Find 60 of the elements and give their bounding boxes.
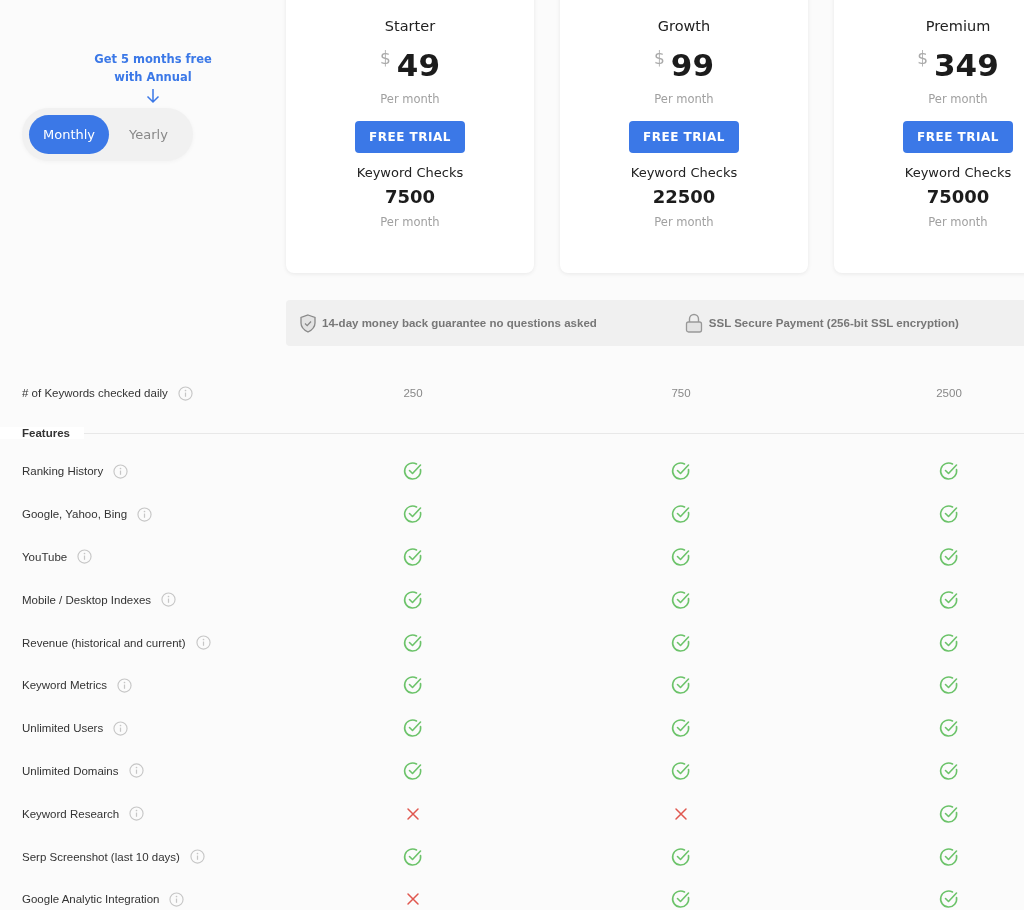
feature-label: Unlimited Users [22,722,104,735]
table-cell: 250 [403,387,423,399]
feature-label: Revenue (historical and current) [22,636,186,649]
feature-label: Google, Yahoo, Bing [22,508,128,521]
feature-label: YouTube [22,551,68,563]
plan-name: Growth [657,18,711,34]
checks-count: 22500 [652,186,716,207]
info-icon[interactable] [189,849,205,865]
table-cell: 2500 [936,387,962,399]
checks-label: Keyword Checks [904,165,1012,180]
section-heading: Features [0,427,84,439]
checks-label: Keyword Checks [630,165,738,180]
info-icon[interactable] [137,506,153,522]
row-label: # of Keywords checked daily [22,387,168,399]
plan-price: 99 [670,46,714,84]
shield-icon [300,313,316,333]
info-icon[interactable] [177,385,193,401]
checks-period: Per month [928,215,988,229]
guarantee-text: SSL Secure Payment (256-bit SSL encryption) [708,317,959,329]
promo-text: Get 5 months free with Annual [93,51,213,86]
free-trial-button[interactable]: FREE TRIAL [355,121,465,153]
free-trial-button[interactable]: FREE TRIAL [903,121,1013,153]
feature-label: Keyword Metrics [22,679,107,692]
feature-label: Mobile / Desktop Indexes [22,593,152,606]
price-period: Per month [654,92,714,106]
feature-label: Serp Screenshot (last 10 days) [22,850,180,863]
plan-name: Premium [925,18,991,34]
info-icon[interactable] [129,806,145,822]
info-icon[interactable] [169,891,185,907]
lock-icon [684,313,703,333]
price-period: Per month [928,92,988,106]
checks-count: 75000 [926,186,990,207]
feature-label: Google Analytic Integration [22,893,160,906]
currency-sign: $ [654,48,665,68]
currency-sign: $ [380,48,391,68]
currency-sign: $ [917,48,929,68]
guarantee-text: 14-day money back guarantee no questions asked [322,317,597,329]
info-icon[interactable] [195,635,211,651]
info-icon[interactable] [117,677,132,693]
plan-name: Starter [384,18,436,34]
checks-count: 7500 [384,186,436,207]
feature-label: Unlimited Domains [22,764,119,777]
checks-label: Keyword Checks [356,165,464,180]
info-icon[interactable] [161,592,177,608]
plan-price: 49 [396,46,440,84]
plan-price: 349 [934,46,999,84]
info-icon[interactable] [113,463,129,479]
billing-option[interactable]: Monthly [29,115,110,154]
feature-label: Keyword Research [22,807,120,820]
price-period: Per month [380,92,440,106]
info-icon[interactable] [77,549,93,565]
checks-period: Per month [380,215,440,229]
arrow-down-icon [146,88,160,104]
free-trial-button[interactable]: FREE TRIAL [629,121,739,153]
info-icon[interactable] [128,763,144,779]
checks-period: Per month [654,215,714,229]
feature-label: Ranking History [22,465,104,478]
table-cell: 750 [671,387,691,399]
billing-option[interactable]: Yearly [115,115,182,154]
info-icon[interactable] [113,720,129,736]
